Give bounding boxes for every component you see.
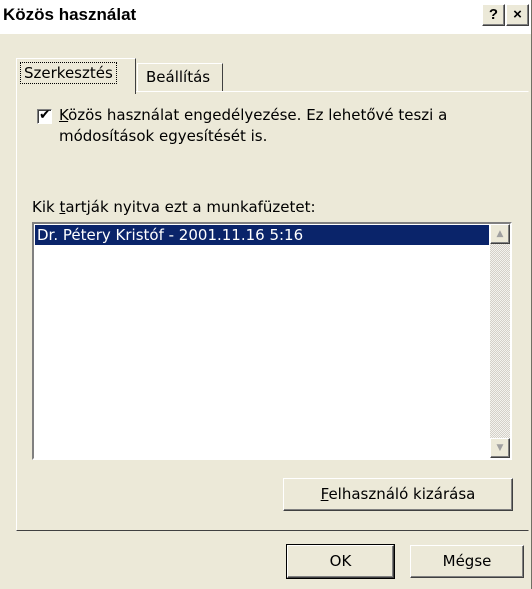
users-list-caption: Kik tartják nyitva ezt a munkafüzetet:	[32, 198, 316, 216]
dialog-title: Közös használat	[3, 5, 137, 24]
help-button[interactable]: ?	[482, 4, 505, 26]
scroll-up-icon[interactable]: ▲	[490, 224, 510, 244]
tab-beallitas-label: Beállítás	[146, 68, 211, 86]
cancel-button[interactable]: Mégse	[410, 545, 524, 578]
enable-sharing-text: özös használat engedélyezése. Ez lehetőv…	[59, 106, 448, 145]
tab-szerkesztes[interactable]: Szerkesztés	[16, 58, 136, 94]
enable-sharing-checkbox[interactable]: ✔	[37, 107, 52, 124]
users-listbox[interactable]: Dr. Pétery Kristóf - 2001.11.16 5:16 ▲ ▼	[32, 222, 512, 460]
users-list-caption-post: artják nyitva ezt a munkafüzetet:	[65, 198, 316, 216]
tab-szerkesztes-label: Szerkesztés	[20, 62, 117, 84]
title-bar[interactable]: Közös használat ? ×	[0, 0, 531, 34]
tab-beallitas[interactable]: Beállítás	[137, 63, 223, 92]
users-list-caption-pre: Kik	[32, 198, 60, 216]
scroll-down-icon[interactable]: ▼	[490, 438, 510, 458]
ok-button[interactable]: OK	[286, 544, 395, 579]
vertical-scrollbar[interactable]: ▲ ▼	[490, 224, 510, 458]
enable-sharing-label[interactable]: Közös használat engedélyezése. Ez lehető…	[59, 105, 509, 147]
sharing-dialog: Közös használat ? × Szerkesztés Beállítá…	[0, 0, 532, 589]
remove-user-text: elhasználó kizárása	[328, 485, 476, 503]
remove-user-button[interactable]: Felhasználó kizárása	[283, 478, 513, 511]
enable-sharing-accel: K	[59, 106, 69, 124]
list-item[interactable]: Dr. Pétery Kristóf - 2001.11.16 5:16	[35, 225, 489, 245]
checkmark-icon: ✔	[39, 107, 51, 123]
close-button[interactable]: ×	[506, 4, 529, 26]
